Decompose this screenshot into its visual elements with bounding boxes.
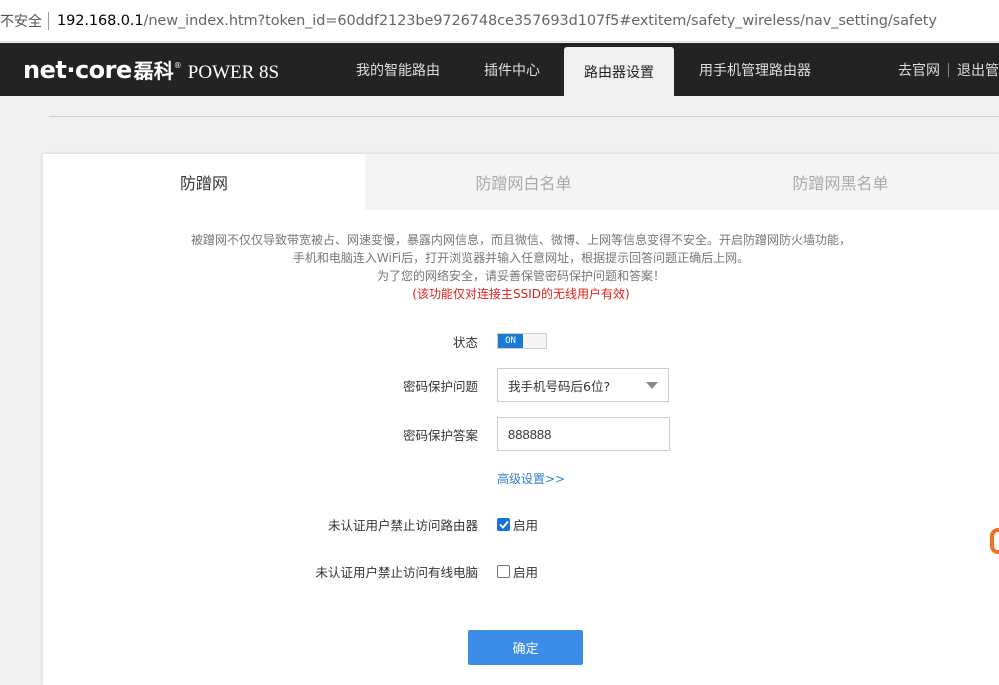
logo-model: POWER 8S bbox=[187, 62, 280, 83]
logo-brand-cn: 磊科 bbox=[133, 59, 174, 83]
checkmark-icon bbox=[498, 520, 509, 529]
toggle-on-label: ON bbox=[498, 334, 523, 348]
question-selected-value: 我手机号码后6位? bbox=[508, 378, 611, 394]
block-router-option: 启用 bbox=[513, 517, 539, 533]
status-label: 状态 bbox=[452, 334, 478, 350]
url-host: 192.168.0.1 bbox=[57, 12, 144, 29]
block-router-label: 未认证用户禁止访问路由器 bbox=[327, 517, 478, 533]
answer-input[interactable] bbox=[497, 417, 670, 451]
address-separator bbox=[48, 11, 49, 30]
status-toggle[interactable]: ON bbox=[497, 333, 547, 349]
block-wired-row: 未认证用户禁止访问有线电脑 启用 bbox=[43, 554, 999, 588]
question-label: 密码保护问题 bbox=[402, 378, 478, 394]
description-line: 手机和电脑连入WiFi后，打开浏览器并输入任意网址，根据提示回答问题正确后上网。 bbox=[292, 251, 750, 265]
anti-freeload-panel: 防蹭网 防蹭网白名单 防蹭网黑名单 被蹭网不仅仅导致带宽被占、网速变慢，暴露内网… bbox=[43, 154, 999, 685]
nav-tab-plugins[interactable]: 插件中心 bbox=[466, 43, 558, 96]
description-line: 为了您的网络安全，请妥善保管密码保护问题和答案！ bbox=[376, 269, 665, 283]
url-path: /new_index.htm?token_id=60ddf2123be97267… bbox=[143, 12, 937, 29]
panel-tabs: 防蹭网 防蹭网白名单 防蹭网黑名单 bbox=[43, 154, 999, 210]
nav-divider bbox=[948, 62, 949, 77]
advanced-settings-link[interactable]: 高级设置>> bbox=[497, 470, 565, 487]
breadcrumb-divider bbox=[49, 116, 999, 117]
block-wired-label: 未认证用户禁止访问有线电脑 bbox=[315, 564, 478, 580]
tab-whitelist[interactable]: 防蹭网白名单 bbox=[365, 154, 682, 210]
block-wired-option: 启用 bbox=[513, 564, 539, 580]
logo: net·core 磊科 ® POWER 8S bbox=[23, 55, 279, 85]
question-select[interactable]: 我手机号码后6位? bbox=[497, 368, 669, 402]
confirm-button[interactable]: 确定 bbox=[468, 630, 583, 665]
question-row: 密码保护问题 我手机号码后6位? bbox=[43, 368, 999, 402]
answer-label: 密码保护答案 bbox=[402, 427, 478, 443]
description-line: 被蹭网不仅仅导致带宽被占、网速变慢，暴露内网信息，而且微信、微博、上网等信息变得… bbox=[190, 233, 851, 247]
status-row: 状态 ON bbox=[43, 324, 999, 358]
nav-right-links: 去官网 退出管 bbox=[898, 43, 999, 96]
block-wired-checkbox[interactable] bbox=[497, 564, 510, 578]
security-indicator[interactable]: 不安全 bbox=[0, 11, 42, 31]
top-nav: net·core 磊科 ® POWER 8S 我的智能路由 插件中心 路由器设置… bbox=[0, 43, 999, 96]
block-router-checkbox[interactable] bbox=[497, 517, 510, 531]
chevron-down-icon bbox=[646, 382, 658, 389]
side-float-icon[interactable] bbox=[990, 528, 999, 554]
ssid-warning: (该功能仅对连接主SSID的无线用户有效) bbox=[412, 287, 630, 301]
nav-tab-my-router[interactable]: 我的智能路由 bbox=[340, 43, 456, 96]
tab-anti-freeload[interactable]: 防蹭网 bbox=[43, 154, 365, 210]
logout-link[interactable]: 退出管 bbox=[957, 60, 999, 80]
feature-description: 被蹭网不仅仅导致带宽被占、网速变慢，暴露内网信息，而且微信、微博、上网等信息变得… bbox=[43, 231, 999, 303]
url-text[interactable]: 192.168.0.1/new_index.htm?token_id=60ddf… bbox=[57, 13, 937, 29]
answer-row: 密码保护答案 bbox=[43, 417, 999, 451]
logo-brand: net·core bbox=[23, 56, 132, 84]
nav-tab-router-settings[interactable]: 路由器设置 bbox=[564, 47, 674, 96]
address-bar: 不安全 192.168.0.1/new_index.htm?token_id=6… bbox=[0, 0, 999, 42]
logo-registered: ® bbox=[173, 61, 182, 70]
block-router-row: 未认证用户禁止访问路由器 启用 bbox=[43, 507, 999, 541]
tab-blacklist[interactable]: 防蹭网黑名单 bbox=[682, 154, 999, 210]
nav-tab-mobile-manage[interactable]: 用手机管理路由器 bbox=[684, 43, 826, 96]
official-site-link[interactable]: 去官网 bbox=[898, 60, 940, 80]
